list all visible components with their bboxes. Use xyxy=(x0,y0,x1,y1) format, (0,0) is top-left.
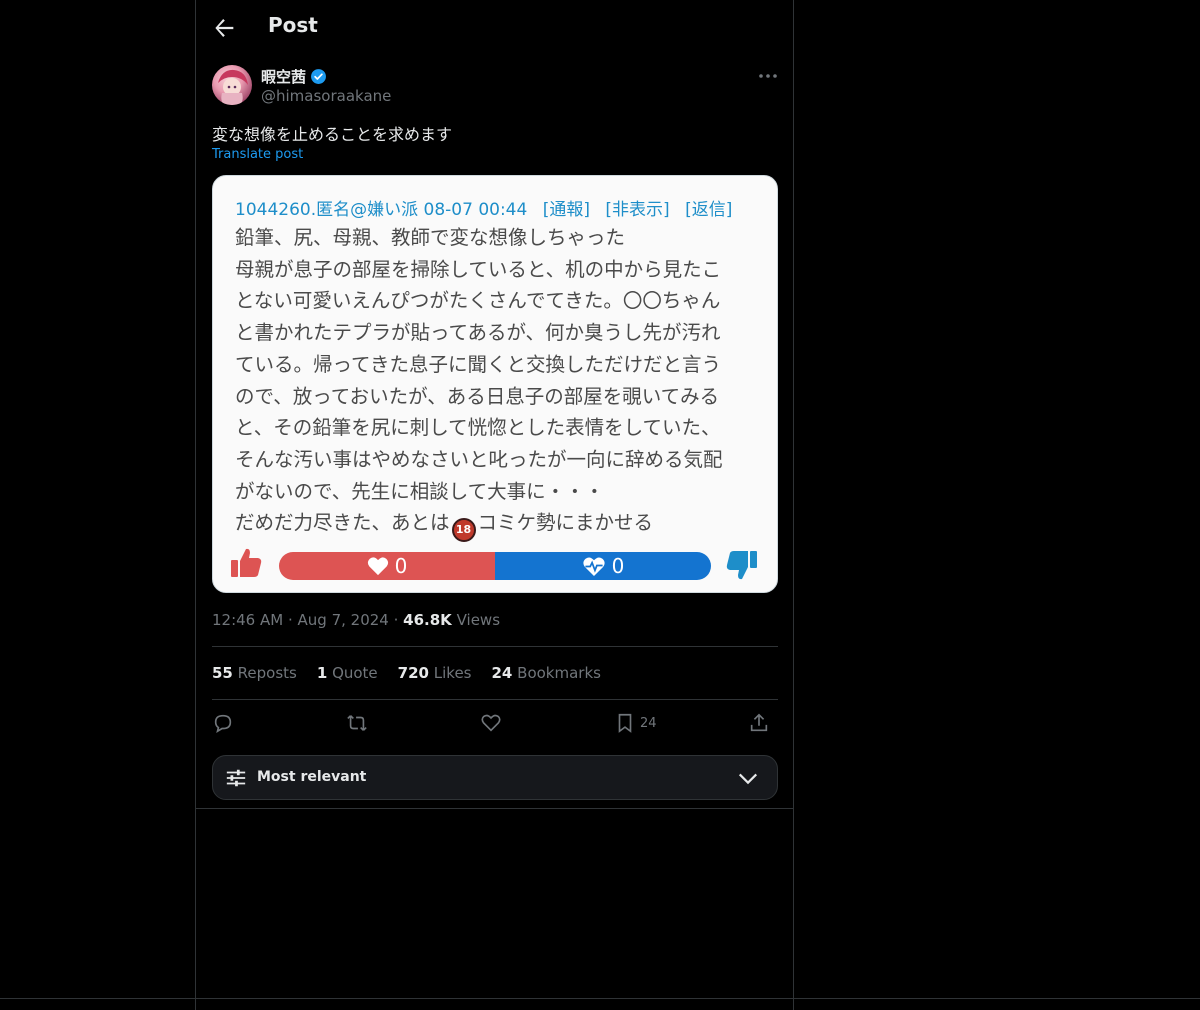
action-bar: 24 xyxy=(212,710,778,738)
main-column: Post 暇空茜 @himasoraakane 変な想像を止めることを求めます … xyxy=(195,0,794,1010)
reposts-count: 55 xyxy=(212,664,233,682)
quote-label: Quote xyxy=(332,664,378,682)
card-line: ている。帰ってきた息子に聞くと交換しただけだと言う xyxy=(235,352,721,376)
views-count: 46.8K xyxy=(403,611,452,629)
thumbs-up-icon xyxy=(231,548,262,577)
repost-button[interactable] xyxy=(346,710,368,736)
quotes-stat[interactable]: 1 Quote xyxy=(317,664,378,682)
card-line: がないので、先生に相談して大事に・・・ xyxy=(235,479,605,503)
love-count: 0 xyxy=(611,554,625,578)
quote-count: 1 xyxy=(316,664,328,682)
likes-stat[interactable]: 720 Likes xyxy=(398,664,472,682)
card-post-id: 1044260.匿名@嫌い派 08-07 00:44 xyxy=(235,200,528,220)
reply-icon xyxy=(214,714,232,733)
card-body-text: 鉛筆、尻、母親、教師で変な想像しちゃった 母親が息子の部屋を掃除していると、机の… xyxy=(235,222,755,543)
heartbeat-icon xyxy=(582,556,605,576)
like-vote-button: 0 xyxy=(279,552,495,580)
meta-dot: · xyxy=(393,611,404,629)
vote-bar: 0 0 xyxy=(279,552,711,580)
card-line: 鉛筆、尻、母親、教師で変な想像しちゃった xyxy=(235,226,626,249)
author-handle[interactable]: @himasoraakane xyxy=(261,87,391,105)
views-label: Views xyxy=(456,611,501,629)
card-line: とない可愛いえんぴつがたくさんでてきた。〇〇ちゃん xyxy=(235,289,721,313)
repost-icon xyxy=(347,715,367,731)
card-reply-link: [返信] xyxy=(685,200,733,220)
divider xyxy=(212,699,778,700)
bookmark-button[interactable]: 24 xyxy=(614,710,657,736)
likes-label: Likes xyxy=(433,664,472,682)
thumbs-down-icon xyxy=(726,551,757,580)
likes-count: 720 xyxy=(397,664,429,682)
attached-image-card[interactable]: 1044260.匿名@嫌い派 08-07 00:44 [通報] [非表示] [返… xyxy=(212,175,778,593)
card-header: 1044260.匿名@嫌い派 08-07 00:44 [通報] [非表示] [返… xyxy=(235,195,742,220)
engagement-stats: 55 Reposts 1 Quote 720 Likes 24 Bookmark… xyxy=(212,664,601,682)
card-line: と書かれたテプラが貼ってあるが、何か臭うし先が汚れ xyxy=(235,321,721,345)
reply-button[interactable] xyxy=(212,710,234,736)
post-time[interactable]: 12:46 AM xyxy=(212,611,283,629)
meta-dot: · xyxy=(287,611,298,629)
chevron-down-icon xyxy=(738,773,758,785)
bottom-divider xyxy=(0,998,1200,999)
heart-outline-icon xyxy=(481,714,501,732)
heart-icon xyxy=(367,557,388,576)
avatar-image xyxy=(218,69,248,105)
card-last-line-end: コミケ勢にまかせる xyxy=(477,511,654,535)
post-meta: 12:46 AM · Aug 7, 2024 · 46.8K Views xyxy=(212,611,500,629)
avatar[interactable] xyxy=(212,65,252,105)
bookmark-count: 24 xyxy=(640,715,657,731)
bookmarks-stat[interactable]: 24 Bookmarks xyxy=(492,664,601,682)
card-line: と、その鉛筆を尻に刺して恍惚とした表情をしていた、 xyxy=(235,416,721,440)
back-arrow-icon[interactable] xyxy=(210,14,238,42)
card-line: ので、放っておいたが、ある日息子の部屋を覗いてみる xyxy=(235,384,720,408)
translate-post-link[interactable]: Translate post xyxy=(212,147,303,162)
more-options-icon[interactable] xyxy=(756,66,780,86)
share-icon xyxy=(750,713,768,732)
card-report-link: [通報] xyxy=(542,200,590,220)
bookmark-icon xyxy=(618,713,632,733)
divider xyxy=(212,646,778,647)
card-hide-link: [非表示] xyxy=(605,200,670,220)
bookmarks-label: Bookmarks xyxy=(517,664,601,682)
share-button[interactable] xyxy=(748,710,770,736)
top-header: Post xyxy=(196,0,793,54)
bookmarks-count: 24 xyxy=(491,664,513,682)
page-title: Post xyxy=(268,13,318,37)
r18-badge-icon: 18 xyxy=(451,518,476,543)
love-vote-button: 0 xyxy=(495,552,711,580)
divider xyxy=(196,808,793,809)
post-date[interactable]: Aug 7, 2024 xyxy=(298,611,389,629)
author-name[interactable]: 暇空茜 xyxy=(261,66,306,87)
card-last-line: だめだ力尽きた、あとは 18 コミケ勢にまかせる xyxy=(235,507,755,543)
reposts-stat[interactable]: 55 Reposts xyxy=(212,664,297,682)
card-line: 母親が息子の部屋を掃除していると、机の中から見たこ xyxy=(235,257,722,281)
post-text: 変な想像を止めることを求めます xyxy=(212,125,453,144)
reply-sort-dropdown[interactable]: Most relevant xyxy=(212,755,778,800)
author-name-row[interactable]: 暇空茜 xyxy=(261,66,327,87)
card-last-line-start: だめだ力尽きた、あとは xyxy=(235,511,450,535)
like-button[interactable] xyxy=(480,710,502,736)
like-count: 0 xyxy=(394,554,408,578)
card-line: そんな汚い事はやめなさいと叱ったが一向に辞める気配 xyxy=(235,447,723,471)
reposts-label: Reposts xyxy=(237,664,297,682)
sort-label: Most relevant xyxy=(257,769,367,785)
sliders-icon xyxy=(226,769,246,787)
verified-badge-icon xyxy=(311,69,326,84)
